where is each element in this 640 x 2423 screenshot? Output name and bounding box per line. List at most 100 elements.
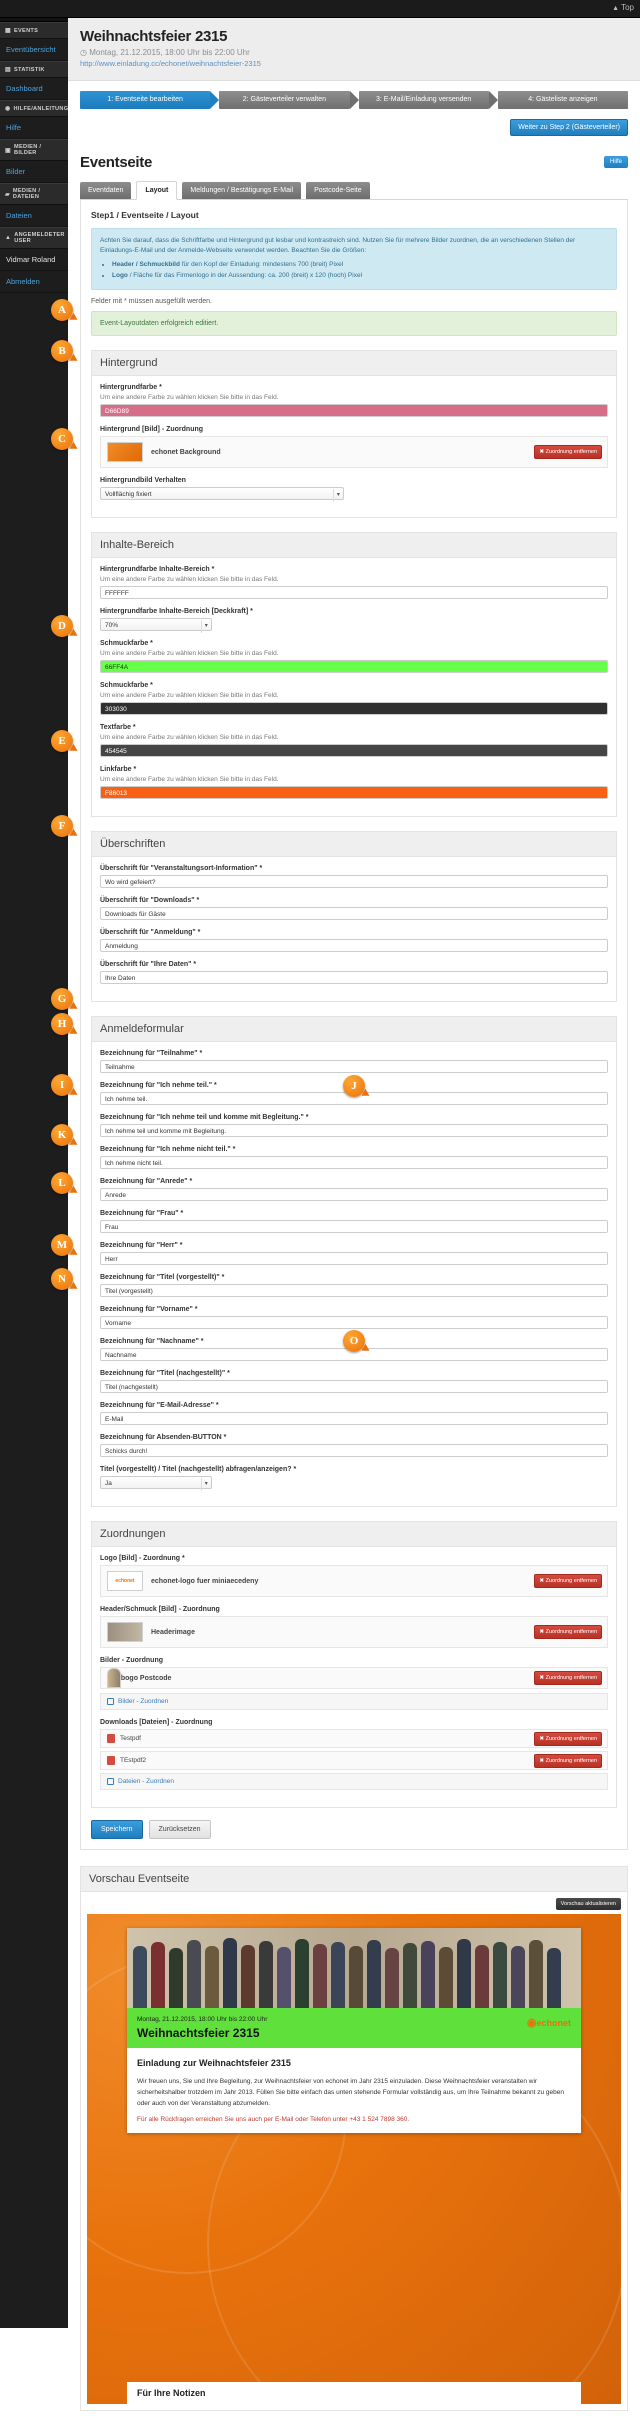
select-content-opacity[interactable]: 70% ▾ <box>100 618 212 634</box>
person-silhouette <box>547 1948 561 2009</box>
input-content-bg-color[interactable]: FFFFFF <box>100 586 608 600</box>
step-2[interactable]: 2: Gästeverteiler verwalten <box>219 91 359 109</box>
tab-meldungen[interactable]: Meldungen / Bestätigungs E-Mail <box>182 182 302 199</box>
ueberschrift-field-3: Überschrift für "Ihre Daten" * Ihre Daten <box>100 961 608 985</box>
field-header-assignment: Header/Schmuck [Bild] - Zuordnung Header… <box>100 1606 608 1649</box>
anmelde-input-6[interactable]: Herr <box>100 1252 608 1266</box>
input-accent-color-2[interactable]: 303030 <box>100 702 608 716</box>
anmelde-input-0[interactable]: Teilnahme <box>100 1060 608 1074</box>
input-accent-color[interactable]: 66FF4A <box>100 660 608 674</box>
annotation-marker-i: I <box>51 1074 73 1096</box>
anmelde-label-2: Bezeichnung für "Ich nehme teil und komm… <box>100 1114 309 1122</box>
sidebar-group-angemeldeter-user: ▲ ANGEMELDETER USER <box>0 227 68 249</box>
reset-button[interactable]: Zurücksetzen <box>148 1820 211 1840</box>
anmelde-input-10[interactable]: Titel (nachgestellt) <box>100 1380 608 1394</box>
person-silhouette <box>529 1940 543 2009</box>
person-silhouette <box>457 1939 471 2009</box>
remove-assignment-background-button[interactable]: ✖ Zuordnung entfernen <box>534 445 602 460</box>
required-note: Felder mit * müssen ausgefüllt werden. <box>91 298 212 306</box>
tab-layout[interactable]: Layout <box>136 181 178 200</box>
sidebar-group-medien-dateien: ▰ MEDIEN / DATEIEN <box>0 183 68 205</box>
sidebar-item-hilfe[interactable]: Hilfe <box>0 117 68 139</box>
tab-postcode[interactable]: Postcode-Seite <box>306 182 370 199</box>
annotation-marker-n: N <box>51 1268 73 1290</box>
user-icon: ▲ <box>5 235 12 241</box>
select-bg-behavior[interactable]: Vollflächig fixiert ▾ <box>100 487 344 503</box>
anmelde-input-7[interactable]: Titel (vorgestellt) <box>100 1284 608 1298</box>
ueberschrift-input-2[interactable]: Anmeldung <box>100 939 608 953</box>
info-bullet-header-rest: für den Kopf der Einladung: mindestens 7… <box>179 261 344 269</box>
person-silhouette <box>439 1947 453 2009</box>
remove-assignment-logo-button[interactable]: ✖ Zuordnung entfernen <box>534 1574 602 1589</box>
sidebar-item-event-bersicht[interactable]: Eventübersicht <box>0 39 68 61</box>
bars-icon: ▤ <box>5 67 11 73</box>
anmelde-input-4[interactable]: Anrede <box>100 1188 608 1202</box>
save-button[interactable]: Speichern <box>91 1820 143 1840</box>
event-url-link[interactable]: http://www.einladung.cc/echonet/weihnach… <box>80 59 628 68</box>
ueberschrift-input-0[interactable]: Wo wird gefeiert? <box>100 875 608 889</box>
remove-assignment-header-button[interactable]: ✖ Zuordnung entfernen <box>534 1625 602 1640</box>
sidebar-nav: ▦ EVENTS Eventübersicht ▤ STATISTIK Dashboard… <box>0 22 68 293</box>
annotation-marker-g: G <box>51 988 73 1010</box>
help-bg-color: Um eine andere Farbe zu wählen klicken S… <box>100 394 279 402</box>
preview-text-block: Einladung zur Weihnachtsfeier 2315 Wir f… <box>127 2048 581 2132</box>
field-bg-image: Hintergrund [Bild] - Zuordnung echonet B… <box>100 426 608 469</box>
input-link-color[interactable]: F86013 <box>100 786 608 800</box>
assignment-name-header: Headerimage <box>151 1628 195 1636</box>
sidebar-group-label: MEDIEN / DATEIEN <box>12 188 41 200</box>
anmelde-input-12[interactable]: Schicks durch! <box>100 1444 608 1458</box>
annotation-marker-m: M <box>51 1234 73 1256</box>
label-accent-color-2: Schmuckfarbe * <box>100 682 153 690</box>
step-1[interactable]: 1: Eventseite bearbeiten <box>80 91 220 109</box>
section-ueberschriften-title: Überschriften <box>92 832 616 858</box>
sidebar-group-label: MEDIEN / BILDER <box>13 144 42 156</box>
section-inhalte-bereich: Inhalte-Bereich Hintergrundfarbe Inhalte… <box>91 532 617 818</box>
help-button[interactable]: Hilfe <box>603 156 628 168</box>
anmelde-input-11[interactable]: E-Mail <box>100 1412 608 1426</box>
annotation-marker-k: K <box>51 1124 73 1146</box>
remove-file-1-button[interactable]: ✖ Zuordnung entfernen <box>534 1731 602 1746</box>
info-paragraph: Achten Sie darauf, dass die Schriftfarbe… <box>100 237 576 255</box>
ueberschrift-input-1[interactable]: Downloads für Gäste <box>100 907 608 921</box>
refresh-preview-button[interactable]: Vorschau aktualisieren <box>555 1898 621 1911</box>
step-3[interactable]: 3: E-Mail/Einladung versenden <box>358 91 499 109</box>
add-files-button[interactable]: Dateien - Zuordnen <box>100 1773 608 1791</box>
help-link-color: Um eine andere Farbe zu wählen klicken S… <box>100 776 279 784</box>
field-downloads-assignment: Downloads [Dateien] - Zuordnung Testpdf … <box>100 1719 608 1791</box>
sidebar-item-vidmar-roland: Vidmar Roland <box>0 249 68 271</box>
annotation-marker-o: O <box>343 1330 365 1352</box>
anmelde-input-8[interactable]: Vorname <box>100 1316 608 1330</box>
anmelde-label-4: Bezeichnung für "Anrede" * <box>100 1178 193 1186</box>
label-bg-behavior: Hintergrundbild Verhalten <box>100 477 186 485</box>
ueberschrift-input-3[interactable]: Ihre Daten <box>100 971 608 985</box>
preview-logo: ◉echonet <box>526 2017 571 2030</box>
sidebar-item-dateien[interactable]: Dateien <box>0 205 68 227</box>
ueberschrift-label-1: Überschrift für "Downloads" * <box>100 897 200 905</box>
remove-assignment-image-button[interactable]: ✖ Zuordnung entfernen <box>534 1671 602 1686</box>
sidebar-item-abmelden[interactable]: Abmelden <box>0 271 68 293</box>
preview-header-image <box>127 1928 581 2009</box>
sidebar-item-dashboard[interactable]: Dashboard <box>0 78 68 100</box>
input-bg-color[interactable]: D66D89 <box>100 404 608 418</box>
tab-eventdaten[interactable]: Eventdaten <box>80 182 132 199</box>
label-content-bg-color: Hintergrundfarbe Inhalte-Bereich * <box>100 566 215 574</box>
scroll-to-top-link[interactable]: ▲ Top <box>612 3 634 12</box>
next-step-button[interactable]: Weiter zu Step 2 (Gästeverteiler) <box>510 119 628 136</box>
remove-file-2-button[interactable]: ✖ Zuordnung entfernen <box>534 1753 602 1768</box>
event-header: Weihnachtsfeier 2315 ◷ Montag, 21.12.201… <box>68 18 640 81</box>
input-text-color[interactable]: 454545 <box>100 744 608 758</box>
anmelde-label-6: Bezeichnung für "Herr" * <box>100 1242 183 1250</box>
select-title-toggle[interactable]: Ja ▾ <box>100 1476 212 1492</box>
anmelde-input-3[interactable]: Ich nehme nicht teil. <box>100 1156 608 1170</box>
sidebar-item-bilder[interactable]: Bilder <box>0 161 68 183</box>
preview-body: Vorschau aktualisieren Montag, 21.12.201… <box>80 1891 628 2412</box>
sidebar-group-label: HILFE/ANLEITUNG <box>13 105 69 112</box>
anmelde-input-2[interactable]: Ich nehme teil und komme mit Begleitung. <box>100 1124 608 1138</box>
field-title-toggle: Titel (vorgestellt) / Titel (nachgestell… <box>100 1466 608 1492</box>
step-progress: 1: Eventseite bearbeiten 2: Gästeverteil… <box>68 81 640 119</box>
annotation-marker-a: A <box>51 299 73 321</box>
step-4[interactable]: 4: Gästeliste anzeigen <box>497 91 628 109</box>
anmelde-input-5[interactable]: Frau <box>100 1220 608 1234</box>
section-ueberschriften-body: Überschrift für "Veranstaltungsort-Infor… <box>92 857 616 1001</box>
add-images-button[interactable]: Bilder - Zuordnen <box>100 1693 608 1711</box>
